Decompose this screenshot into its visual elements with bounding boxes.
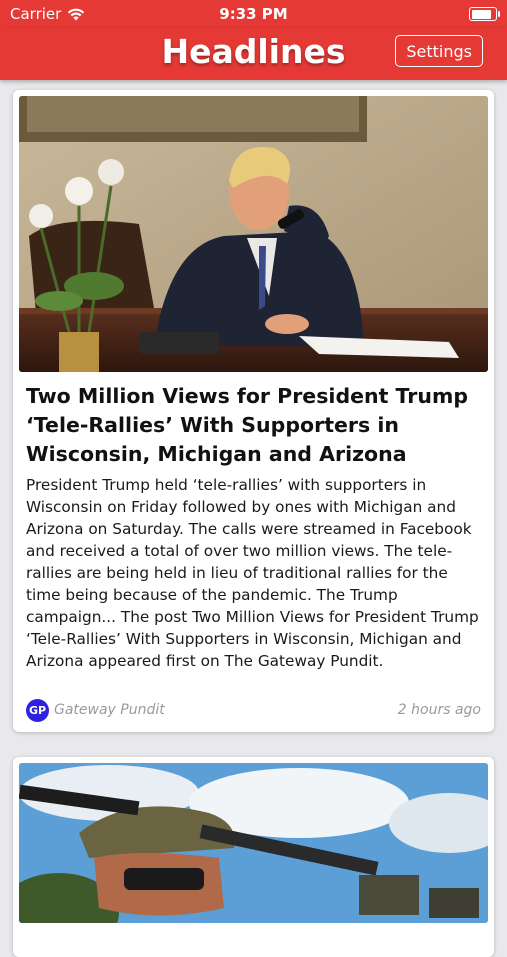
article-headline[interactable]: Two Million Views for President Trump ‘T… — [26, 382, 481, 469]
timestamp: 2 hours ago — [397, 702, 481, 718]
article-meta: GP Gateway Pundit 2 hours ago — [26, 699, 481, 723]
clock: 9:33 PM — [219, 5, 288, 23]
source-logo-icon: GP — [26, 699, 49, 722]
source-name: Gateway Pundit — [54, 702, 165, 718]
status-bar: Carrier 9:33 PM — [0, 0, 507, 28]
settings-button[interactable]: Settings — [395, 35, 483, 67]
article-photo — [19, 763, 488, 923]
article-summary: President Trump held ‘tele-rallies’ with… — [26, 476, 479, 670]
battery-icon — [469, 7, 500, 21]
article-card[interactable] — [13, 757, 494, 957]
nav-bar: Headlines Settings — [0, 28, 507, 80]
article-photo — [19, 96, 488, 372]
article-card[interactable]: Two Million Views for President Trump ‘T… — [13, 90, 494, 732]
